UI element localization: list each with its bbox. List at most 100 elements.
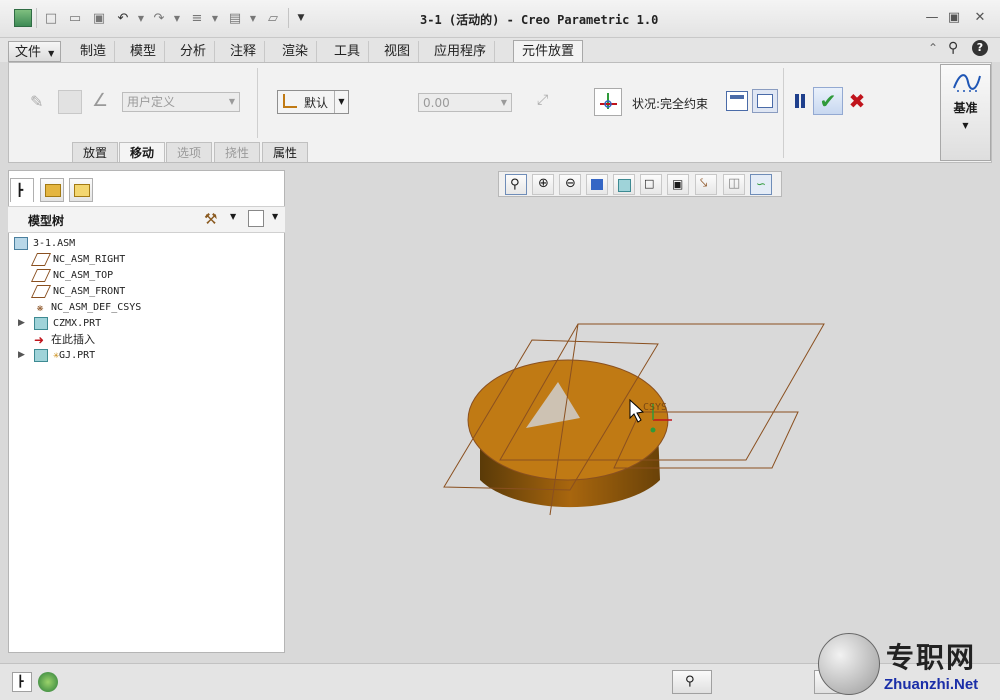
- tree-item-part-gj[interactable]: ✳GJ.PRT: [34, 348, 95, 363]
- chevron-down-icon[interactable]: ▼: [272, 212, 278, 221]
- ribbon-tab-bar: 文件 ▼ 制造 模型 分析 注释 渲染 工具 视图 应用程序 元件放置 ⌃ ⚲ …: [0, 38, 1000, 62]
- tree-item-csys[interactable]: ❋ NC_ASM_DEF_CSYS: [34, 300, 142, 315]
- tab-file[interactable]: 文件 ▼: [8, 41, 62, 62]
- redo-icon[interactable]: ↷: [150, 9, 168, 27]
- tab-tools[interactable]: 工具: [326, 41, 370, 62]
- offset-value-field: 0.00 ▼: [418, 93, 512, 112]
- show-list-icon[interactable]: [248, 210, 264, 227]
- tab-applications[interactable]: 应用程序: [426, 41, 496, 62]
- model-tree-tab[interactable]: ┣: [10, 178, 34, 202]
- maximize-icon[interactable]: ▣: [944, 10, 964, 28]
- datum-button[interactable]: 基准 ▼: [940, 64, 991, 161]
- view-manager-icon[interactable]: ▣: [667, 174, 689, 195]
- chevron-down-icon[interactable]: ▼: [334, 91, 348, 113]
- axes-icon: [600, 93, 617, 109]
- cancel-button[interactable]: ✖: [846, 89, 868, 113]
- datum-display-icon[interactable]: ⤥: [695, 174, 717, 195]
- windows-dropdown-icon[interactable]: ▼: [244, 9, 262, 27]
- tree-item-part-czmx[interactable]: CZMX.PRT: [34, 316, 101, 331]
- undo-dropdown-icon[interactable]: ▼: [132, 9, 150, 27]
- datum-plane-icon: [30, 284, 52, 298]
- tab-annotate[interactable]: 注释: [222, 41, 266, 62]
- find-button[interactable]: ⚲: [672, 670, 712, 694]
- cylinder-part[interactable]: [467, 359, 669, 508]
- tab-view[interactable]: 视图: [376, 41, 420, 62]
- minimize-icon[interactable]: —: [922, 10, 942, 28]
- windows-icon[interactable]: ▤: [226, 9, 244, 27]
- move-axes-icon[interactable]: [594, 88, 622, 116]
- tree-item-label: 在此插入: [51, 333, 95, 346]
- spin-center-icon[interactable]: ◫: [723, 174, 745, 195]
- separate-window-icon[interactable]: [726, 91, 748, 111]
- tree-item-label: CZMX.PRT: [53, 318, 102, 329]
- expand-icon[interactable]: ▶: [18, 350, 25, 360]
- regenerate-dropdown-icon[interactable]: ▼: [206, 9, 224, 27]
- zoom-in-icon[interactable]: ⊕: [532, 174, 554, 195]
- open-folder-icon[interactable]: ▭: [66, 9, 84, 27]
- subtab-move[interactable]: 移动: [119, 142, 166, 162]
- datum-plane-icon: [30, 252, 52, 266]
- graphics-toolbar: ⚲ ⊕ ⊖ □ ▣ ⤥ ◫ ∽: [498, 171, 782, 197]
- separator: [783, 68, 784, 158]
- status-text: 状况:完全约束: [632, 97, 709, 111]
- annotation-display-icon[interactable]: ∽: [750, 174, 772, 195]
- angle-icon: ∠: [92, 90, 109, 111]
- offset-value: 0.00: [423, 96, 450, 110]
- zoom-out-icon[interactable]: ⊖: [559, 174, 581, 195]
- tab-analysis[interactable]: 分析: [172, 41, 216, 62]
- show-navigator-icon[interactable]: ┣: [12, 672, 32, 692]
- close-icon[interactable]: ✕: [970, 10, 990, 28]
- 3d-viewport[interactable]: CSYS: [400, 300, 840, 540]
- pause-icon[interactable]: [793, 94, 807, 108]
- tree-item-label: GJ.PRT: [59, 350, 96, 361]
- regenerate-icon[interactable]: ≡: [188, 9, 206, 27]
- tree-icon: ┣: [16, 183, 24, 197]
- browser-icon[interactable]: [38, 672, 58, 692]
- tree-item-label: NC_ASM_FRONT: [53, 286, 126, 297]
- flip-icon: ⤢: [537, 92, 549, 108]
- tree-item-insert-here[interactable]: ➜ 在此插入: [34, 332, 95, 347]
- redo-dropdown-icon[interactable]: ▼: [168, 9, 186, 27]
- favorites-icon: [74, 184, 90, 197]
- save-icon[interactable]: ▣: [90, 9, 108, 27]
- close-window-icon[interactable]: ▱: [264, 9, 282, 27]
- display-style-icon[interactable]: [613, 174, 635, 195]
- expand-icon[interactable]: ▶: [18, 318, 25, 328]
- subtab-properties[interactable]: 属性: [262, 142, 309, 162]
- csys-icon: ❋: [36, 300, 44, 314]
- chevron-down-icon: ▼: [48, 49, 55, 58]
- folder-browser-tab[interactable]: [40, 178, 64, 202]
- part-icon: [34, 316, 48, 330]
- tab-component-placement[interactable]: 元件放置: [513, 40, 584, 62]
- refit-icon[interactable]: ⚲: [505, 174, 527, 195]
- app-icon[interactable]: [14, 9, 32, 27]
- csys-label: CSYS: [643, 402, 667, 413]
- ok-button[interactable]: ✔: [813, 87, 843, 115]
- tab-render[interactable]: 渲染: [274, 41, 318, 62]
- undo-icon[interactable]: ↶: [114, 9, 132, 27]
- assembly-window-icon[interactable]: [752, 89, 778, 113]
- tree-item-datum-front[interactable]: NC_ASM_FRONT: [30, 284, 126, 299]
- tree-item-datum-right[interactable]: NC_ASM_RIGHT: [30, 252, 125, 267]
- new-file-icon[interactable]: □: [42, 9, 60, 27]
- folder-icon: [45, 184, 61, 197]
- tree-item-label: NC_ASM_TOP: [53, 270, 114, 281]
- chevron-down-icon[interactable]: ▼: [230, 212, 236, 221]
- tab-model[interactable]: 模型: [122, 41, 166, 62]
- customize-toolbar-icon[interactable]: ▼: [292, 9, 310, 27]
- help-icon[interactable]: ?: [972, 40, 988, 56]
- favorites-tab[interactable]: [69, 178, 93, 202]
- tree-item-assembly[interactable]: 3-1.ASM: [14, 236, 75, 251]
- tab-manufacturing[interactable]: 制造: [72, 41, 116, 62]
- tree-item-label: 3-1.ASM: [33, 238, 76, 249]
- constraint-type-value: 用户定义: [127, 95, 176, 109]
- tree-item-datum-top[interactable]: NC_ASM_TOP: [30, 268, 114, 283]
- subtab-placement[interactable]: 放置: [72, 142, 119, 162]
- minimize-ribbon-icon[interactable]: ⌃: [928, 41, 938, 55]
- search-icon[interactable]: ⚲: [948, 40, 958, 56]
- subtab-options: 选项: [166, 142, 213, 162]
- constraint-default-dropdown[interactable]: 默认 ▼: [277, 90, 349, 114]
- saved-views-icon[interactable]: □: [640, 174, 662, 195]
- repaint-icon[interactable]: [586, 174, 608, 195]
- tree-settings-icon[interactable]: ⚒: [204, 210, 222, 228]
